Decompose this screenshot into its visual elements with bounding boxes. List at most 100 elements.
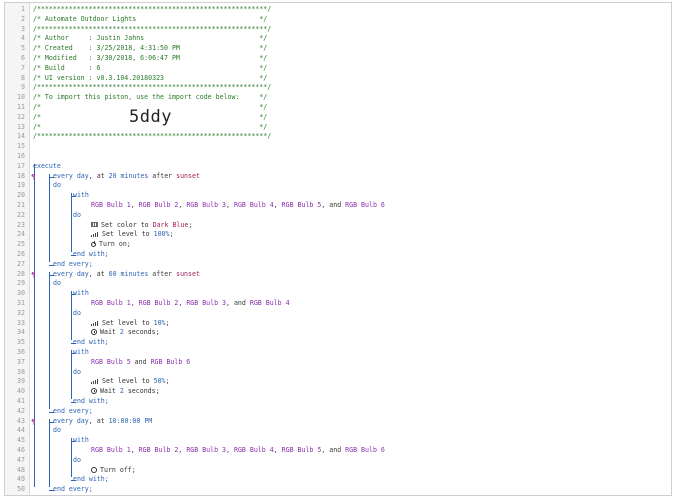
code-token-comment: /* Created : 3/25/2018, 4:31:50 PM */ bbox=[33, 44, 268, 53]
with-block-guide bbox=[71, 193, 72, 252]
code-token-device: RGB Bulb 6 bbox=[345, 201, 385, 209]
every-block-tick bbox=[49, 490, 54, 492]
code-line[interactable]: do bbox=[73, 309, 81, 319]
line-number: 48 bbox=[17, 465, 25, 474]
line-number: 19 bbox=[17, 181, 25, 190]
code-token-device: RGB Bulb 3 bbox=[186, 446, 227, 454]
code-token-func: Set level to bbox=[102, 377, 154, 386]
line-number: 18 bbox=[17, 171, 25, 180]
code-token-default: , and bbox=[321, 446, 346, 454]
power-off-icon bbox=[91, 466, 97, 473]
code-token-time: 10:00:00 PM bbox=[108, 416, 153, 425]
line-number: 50 bbox=[17, 485, 25, 494]
code-line[interactable]: /* To import this piston, use the import… bbox=[33, 93, 267, 103]
code-line[interactable]: do bbox=[53, 426, 61, 436]
code-token-comment: /* Author : Justin Jahns */ bbox=[33, 34, 268, 43]
code-token-default: ; bbox=[165, 377, 170, 386]
code-line[interactable]: /***************************************… bbox=[33, 5, 271, 15]
code-token-func: Set level to bbox=[102, 230, 154, 239]
code-line[interactable]: Wait 2 seconds; bbox=[91, 387, 160, 397]
line-number: 31 bbox=[17, 299, 25, 307]
code-token-default: , at bbox=[88, 269, 109, 278]
code-token-default: , bbox=[130, 201, 139, 209]
line-number: 35 bbox=[17, 338, 25, 347]
line-number: 47 bbox=[17, 455, 25, 464]
code-line[interactable]: end execute; bbox=[33, 495, 81, 496]
code-line[interactable]: do bbox=[53, 279, 61, 289]
line-number: 42 bbox=[17, 406, 25, 415]
code-line[interactable]: /* UI version : v0.3.104.20180323 */ bbox=[33, 74, 267, 84]
code-line[interactable]: end with; bbox=[73, 397, 109, 407]
code-line[interactable]: /***************************************… bbox=[33, 25, 271, 35]
code-line[interactable]: Wait 2 seconds; bbox=[91, 328, 160, 338]
code-token-value: Dark Blue bbox=[152, 220, 189, 229]
line-number: 21 bbox=[17, 201, 25, 209]
code-line[interactable]: Set level to 10%; bbox=[91, 319, 170, 329]
code-line[interactable]: /* Created : 3/25/2018, 4:31:50 PM */ bbox=[33, 44, 267, 54]
every-block-tick bbox=[49, 421, 54, 423]
code-line[interactable]: Set level to 100%; bbox=[91, 230, 173, 240]
code-line[interactable]: every day, at 10:00:00 PM bbox=[53, 417, 152, 427]
code-token-comment: /* Automate Outdoor Lights */ bbox=[33, 14, 268, 23]
code-line[interactable]: /* Author : Justin Jahns */ bbox=[33, 34, 267, 44]
code-line[interactable]: Set color to Dark Blue; bbox=[91, 221, 192, 231]
code-line[interactable]: RGB Bulb 5 and RGB Bulb 6 bbox=[91, 358, 190, 368]
code-token-default: , bbox=[226, 446, 234, 454]
code-line[interactable]: RGB Bulb 1, RGB Bulb 2, RGB Bulb 3, RGB … bbox=[91, 446, 385, 456]
line-number: 49 bbox=[17, 475, 25, 484]
code-line[interactable]: RGB Bulb 1, RGB Bulb 2, RGB Bulb 3, and … bbox=[91, 299, 290, 309]
line-number: 30 bbox=[17, 289, 25, 298]
code-line[interactable]: do bbox=[73, 211, 81, 221]
code-line[interactable]: end with; bbox=[73, 250, 109, 260]
code-token-keyword: day bbox=[76, 416, 89, 425]
code-line[interactable]: end with; bbox=[73, 338, 109, 348]
code-line[interactable]: every day, at 60 minutes after sunset bbox=[53, 270, 200, 280]
code-line[interactable]: end with; bbox=[73, 475, 109, 485]
line-number: 28 bbox=[17, 269, 25, 278]
code-token-comment: /***************************************… bbox=[33, 24, 272, 33]
code-line[interactable]: Turn off; bbox=[91, 466, 136, 476]
code-line[interactable]: do bbox=[73, 456, 81, 466]
level-bars-icon bbox=[91, 378, 99, 385]
code-line[interactable]: /***************************************… bbox=[33, 83, 271, 93]
code-token-device: RGB Bulb 2 bbox=[138, 299, 179, 307]
pause-marker-icon[interactable]: ¶ bbox=[31, 271, 37, 279]
line-number: 33 bbox=[17, 318, 25, 327]
code-token-keyword: end with; bbox=[73, 397, 109, 405]
code-token-device: RGB Bulb 6 bbox=[345, 446, 385, 454]
line-number: 4 bbox=[21, 34, 25, 43]
code-line[interactable]: /* Automate Outdoor Lights */ bbox=[33, 15, 267, 25]
code-token-device: RGB Bulb 4 bbox=[233, 201, 274, 209]
line-number: 1 bbox=[21, 5, 25, 13]
code-line[interactable]: do bbox=[53, 181, 61, 191]
code-line[interactable]: execute bbox=[33, 162, 61, 172]
code-line[interactable]: end every; bbox=[53, 260, 93, 270]
line-number: 37 bbox=[17, 357, 25, 366]
pause-marker-icon[interactable]: ¶ bbox=[31, 173, 37, 181]
code-line[interactable]: /***************************************… bbox=[33, 132, 271, 142]
code-token-device: RGB Bulb 3 bbox=[186, 299, 227, 307]
code-token-default: , at bbox=[88, 416, 109, 425]
line-number: 23 bbox=[17, 220, 25, 229]
code-line[interactable]: do bbox=[73, 368, 81, 378]
code-line[interactable]: every day, at 20 minutes after sunset bbox=[53, 172, 200, 182]
code-line[interactable]: /* Build : 6 */ bbox=[33, 64, 267, 74]
code-line[interactable]: end every; bbox=[53, 407, 93, 417]
line-number: 2 bbox=[21, 14, 25, 23]
code-token-keyword: end with; bbox=[73, 475, 109, 484]
pause-marker-icon[interactable]: ¶ bbox=[31, 418, 37, 426]
code-token-func: Wait bbox=[100, 387, 120, 396]
code-line[interactable]: Turn on; bbox=[91, 240, 131, 250]
code-line[interactable]: /* Modified : 3/30/2018, 6:06:47 PM */ bbox=[33, 54, 267, 64]
code-token-default: ; bbox=[169, 230, 174, 239]
line-number: 34 bbox=[17, 328, 25, 337]
code-line[interactable]: RGB Bulb 1, RGB Bulb 2, RGB Bulb 3, RGB … bbox=[91, 201, 385, 211]
line-number: 22 bbox=[17, 210, 25, 219]
code-token-func: Set level to bbox=[102, 318, 154, 327]
with-block-tick bbox=[71, 255, 76, 256]
code-token-comment: /* Build : 6 */ bbox=[33, 63, 268, 72]
code-line[interactable]: Set level to 50%; bbox=[91, 377, 170, 387]
code-token-func: Wait bbox=[100, 328, 120, 337]
with-block-tick bbox=[71, 402, 76, 403]
code-line[interactable]: end every; bbox=[53, 485, 93, 495]
